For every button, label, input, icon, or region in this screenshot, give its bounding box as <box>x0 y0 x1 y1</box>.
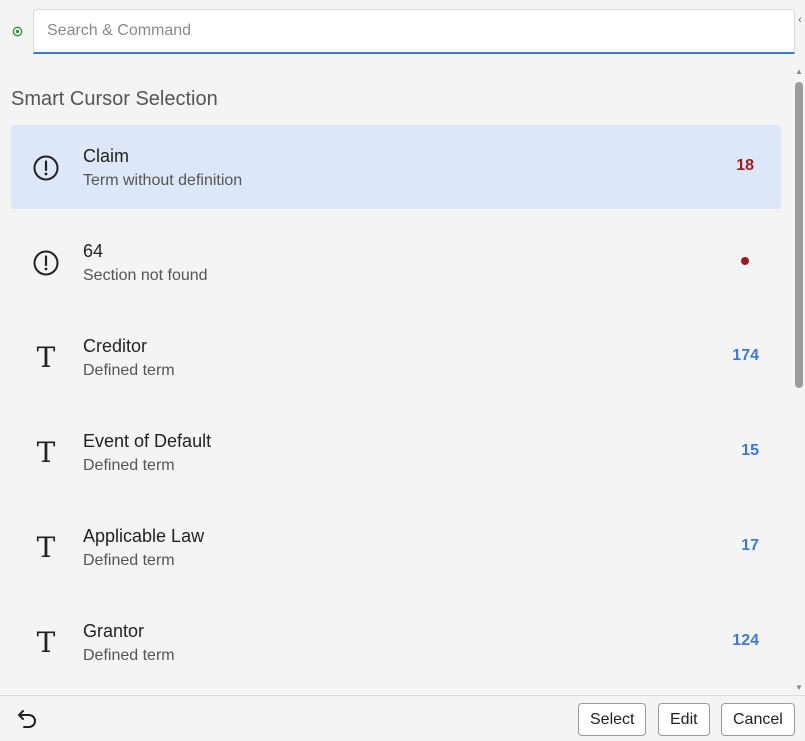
cancel-button[interactable]: Cancel <box>721 703 795 736</box>
search-input[interactable] <box>34 10 794 52</box>
item-title: Event of Default <box>83 431 212 451</box>
undo-icon[interactable] <box>16 706 40 730</box>
edit-button[interactable]: Edit <box>658 703 710 736</box>
item-count-badge: 17 <box>741 537 759 554</box>
search-field[interactable] <box>33 9 795 54</box>
item-count-badge: 15 <box>741 442 759 459</box>
scroll-down-arrow-icon[interactable]: ▼ <box>793 682 805 694</box>
status-circle-icon <box>12 26 23 37</box>
term-icon: T <box>36 626 56 659</box>
item-title: Claim <box>83 146 130 166</box>
list-item-grantor[interactable]: T Grantor Defined term 124 <box>11 600 781 684</box>
select-button[interactable]: Select <box>578 703 647 736</box>
item-title: Grantor <box>83 621 145 641</box>
warning-circle-icon <box>33 155 59 181</box>
term-icon: T <box>36 341 56 374</box>
list-item-creditor[interactable]: T Creditor Defined term 174 <box>11 315 781 399</box>
section-title: Smart Cursor Selection <box>11 88 218 110</box>
list-item-applicable-law[interactable]: T Applicable Law Defined term 17 <box>11 505 781 589</box>
item-subtitle: Term without definition <box>83 172 243 189</box>
item-title: Creditor <box>83 336 148 356</box>
item-count-badge: 124 <box>732 632 759 649</box>
item-status-dot <box>741 257 749 265</box>
search-bar: ‹ <box>0 0 805 62</box>
results-list: Claim Term without definition 18 64 Sect… <box>11 125 781 695</box>
scroll-up-arrow-icon[interactable]: ▲ <box>793 66 805 78</box>
footer-toolbar: Select Edit Cancel <box>0 695 805 741</box>
list-item-claim[interactable]: Claim Term without definition 18 <box>11 125 781 209</box>
item-subtitle: Section not found <box>83 267 208 284</box>
list-item-64[interactable]: 64 Section not found <box>11 220 781 304</box>
term-icon: T <box>36 436 56 469</box>
item-subtitle: Defined term <box>83 647 175 664</box>
item-title: Applicable Law <box>83 526 205 546</box>
list-item-event-of-default[interactable]: T Event of Default Defined term 15 <box>11 410 781 494</box>
item-subtitle: Defined term <box>83 362 175 379</box>
item-count-badge: 174 <box>732 347 759 364</box>
collapse-panel-button[interactable]: ‹ <box>795 10 805 30</box>
item-subtitle: Defined term <box>83 457 175 474</box>
warning-circle-icon <box>33 250 59 276</box>
scrollbar[interactable]: ▲ ▼ <box>793 66 805 694</box>
scrollbar-thumb[interactable] <box>795 82 803 388</box>
item-title: 64 <box>83 241 104 261</box>
term-icon: T <box>36 531 56 564</box>
item-subtitle: Defined term <box>83 552 175 569</box>
item-count-badge: 18 <box>736 157 754 174</box>
